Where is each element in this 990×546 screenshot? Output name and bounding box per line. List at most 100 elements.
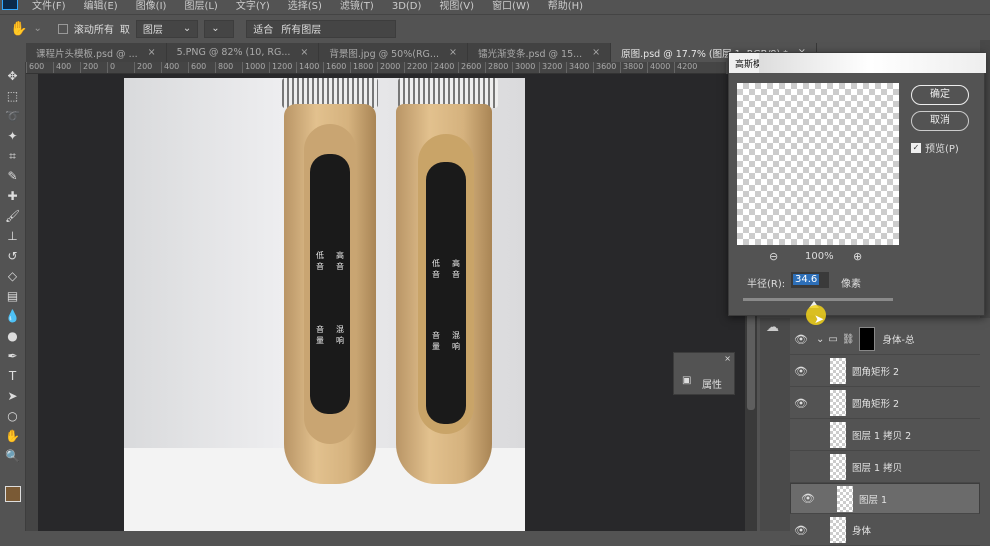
ruler-tick: 4000 (647, 62, 674, 73)
tab-document[interactable]: 镭光渐变条.psd @ 15... × (468, 43, 612, 62)
ruler-tick: 1000 (242, 62, 269, 73)
ellipse-tool-icon[interactable]: ○ (5, 408, 21, 424)
layer-row[interactable]: 图层 1 拷贝 2 (790, 420, 980, 451)
ruler-tick: 3000 (512, 62, 539, 73)
eraser-icon[interactable]: ◇ (5, 268, 21, 284)
stamp-tool-icon[interactable]: ⊥ (5, 228, 21, 244)
tab-document[interactable]: 5.PNG @ 82% (10, RG... × (167, 43, 320, 62)
lasso-tool-icon[interactable]: ➰ (5, 108, 21, 124)
eye-icon[interactable]: 👁 (790, 397, 812, 410)
ruler-tick: 3800 (620, 62, 647, 73)
layer-row[interactable]: 👁 圆角矩形 2 (790, 388, 980, 419)
ruler-tick: 200 (134, 62, 161, 73)
type-tool-icon[interactable]: T (5, 368, 21, 384)
tools-panel: ✥ ⬚ ➰ ✦ ⌗ ✎ ✚ 🖌 ⊥ ↺ ◇ ▤ 💧 ● ✒ T ➤ ○ ✋ 🔍 (0, 62, 26, 531)
close-icon[interactable]: × (300, 47, 308, 58)
marquee-tool-icon[interactable]: ⬚ (5, 88, 21, 104)
ruler-tick: 2600 (458, 62, 485, 73)
ok-button[interactable]: 确定 (911, 85, 969, 105)
chevron-down-icon[interactable]: ⌄ (33, 23, 41, 34)
menu-layer[interactable]: 图层(L) (184, 2, 217, 12)
hand-tool-icon[interactable]: ✋ (5, 428, 21, 444)
menu-help[interactable]: 帮助(H) (548, 2, 583, 12)
gradient-tool-icon[interactable]: ▤ (5, 288, 21, 304)
crop-tool-icon[interactable]: ⌗ (5, 148, 21, 164)
layer-row[interactable]: 图层 1 拷贝 (790, 452, 980, 483)
close-icon[interactable]: × (449, 47, 457, 58)
brush-tool-icon[interactable]: 🖌 (5, 208, 21, 224)
tab-document[interactable]: 背景图.jpg @ 50%(RG... × (319, 43, 468, 62)
layers-side-column: ☁ (760, 318, 790, 531)
menu-edit[interactable]: 编辑(E) (84, 2, 118, 12)
properties-icon: ▣ (682, 375, 692, 386)
layer-row-selected[interactable]: 👁 图层 1 (790, 483, 980, 514)
menu-view[interactable]: 视图(V) (439, 2, 474, 12)
eye-icon[interactable]: 👁 (790, 365, 812, 378)
ruler-tick: 600 (188, 62, 215, 73)
zoom-out-icon[interactable]: ⊖ (769, 250, 778, 263)
layer-thumbnail (830, 454, 846, 480)
zoom-tool-icon[interactable]: 🔍 (5, 448, 21, 464)
options-bar: ✋ ⌄ 滚动所有 取 图层 ⌄ ⌄ 适合 所有图层 (0, 14, 990, 42)
layer-thumbnail (837, 485, 853, 512)
creative-cloud-icon[interactable]: ☁ (766, 320, 779, 335)
ruler-tick: 1800 (350, 62, 377, 73)
ruler-tick: 2400 (431, 62, 458, 73)
ruler-tick: 1600 (323, 62, 350, 73)
photoshop-logo (2, 0, 18, 10)
fit-select[interactable]: 适合 所有图层 (246, 19, 397, 38)
preview-checkbox-row[interactable]: ✓ 预览(P) (911, 140, 959, 155)
ruler-tick: 1200 (269, 62, 296, 73)
pen-tool-icon[interactable]: ✒ (5, 348, 21, 364)
scroll-all-checkbox[interactable] (57, 23, 68, 34)
zoom-in-icon[interactable]: ⊕ (853, 250, 862, 263)
preview-checkbox[interactable]: ✓ (911, 142, 921, 153)
take-label: 取 (119, 25, 130, 36)
history-brush-icon[interactable]: ↺ (5, 248, 21, 264)
layer-row-group[interactable]: 👁 ⌄ ▭ ⛓ 身体-总 (790, 324, 980, 355)
path-select-icon[interactable]: ➤ (5, 388, 21, 404)
hand-tool-icon[interactable]: ✋ (10, 21, 27, 37)
healing-brush-icon[interactable]: ✚ (5, 188, 21, 204)
color-swatch[interactable] (4, 486, 21, 502)
eyedropper-icon[interactable]: ✎ (5, 168, 21, 184)
close-icon[interactable]: × (592, 47, 600, 58)
close-icon[interactable]: × (724, 354, 731, 363)
ruler-tick: 2200 (404, 62, 431, 73)
blur-tool-icon[interactable]: 💧 (5, 308, 21, 324)
layer-row[interactable]: 👁 圆角矩形 2 (790, 356, 980, 387)
link-icon: ⛓ (841, 333, 855, 345)
menu-image[interactable]: 图像(I) (136, 2, 167, 12)
radius-input[interactable]: 34.6 (791, 272, 829, 288)
eye-icon[interactable]: 👁 (797, 492, 819, 505)
ruler-tick: 3400 (566, 62, 593, 73)
layer-select[interactable]: 图层 ⌄ (135, 19, 199, 38)
dodge-tool-icon[interactable]: ● (5, 328, 21, 344)
move-tool-icon[interactable]: ✥ (5, 68, 21, 84)
menu-select[interactable]: 选择(S) (288, 2, 322, 12)
menu-3d[interactable]: 3D(D) (392, 2, 422, 12)
layer-thumbnail (830, 422, 846, 448)
preview-area[interactable] (737, 83, 899, 245)
radius-unit: 像素 (841, 279, 861, 290)
document-tabs: 课程片头模板.psd @ ... × 5.PNG @ 82% (10, RG...… (26, 43, 817, 62)
cancel-button[interactable]: 取消 (911, 111, 969, 131)
menu-file[interactable]: 文件(F) (32, 2, 66, 12)
document-image[interactable]: 低音 高音 音量 混响 低音 高音 音量 混响 (124, 78, 525, 531)
ruler-tick: 3600 (593, 62, 620, 73)
vertical-ruler (26, 74, 38, 531)
properties-panel[interactable]: × ▣ 属性 (673, 352, 735, 395)
eye-icon[interactable]: 👁 (790, 333, 812, 346)
menu-window[interactable]: 窗口(W) (492, 2, 530, 12)
chevron-down-icon[interactable]: ⌄ (816, 334, 824, 345)
close-icon[interactable]: × (148, 47, 156, 58)
menu-filter[interactable]: 滤镜(T) (340, 2, 374, 12)
eye-icon[interactable]: 👁 (790, 524, 812, 537)
tab-document[interactable]: 课程片头模板.psd @ ... × (26, 43, 167, 62)
blank-select[interactable]: ⌄ (204, 19, 235, 38)
title-bar-blur (759, 53, 984, 73)
magic-wand-icon[interactable]: ✦ (5, 128, 21, 144)
product-body-right: 低音 高音 音量 混响 (396, 104, 492, 484)
menu-type[interactable]: 文字(Y) (236, 2, 270, 12)
gaussian-blur-dialog: 高斯模糊 确定 取消 ✓ 预览(P) ⊖ 100% ⊕ 半径(R): 34.6 … (728, 52, 986, 316)
